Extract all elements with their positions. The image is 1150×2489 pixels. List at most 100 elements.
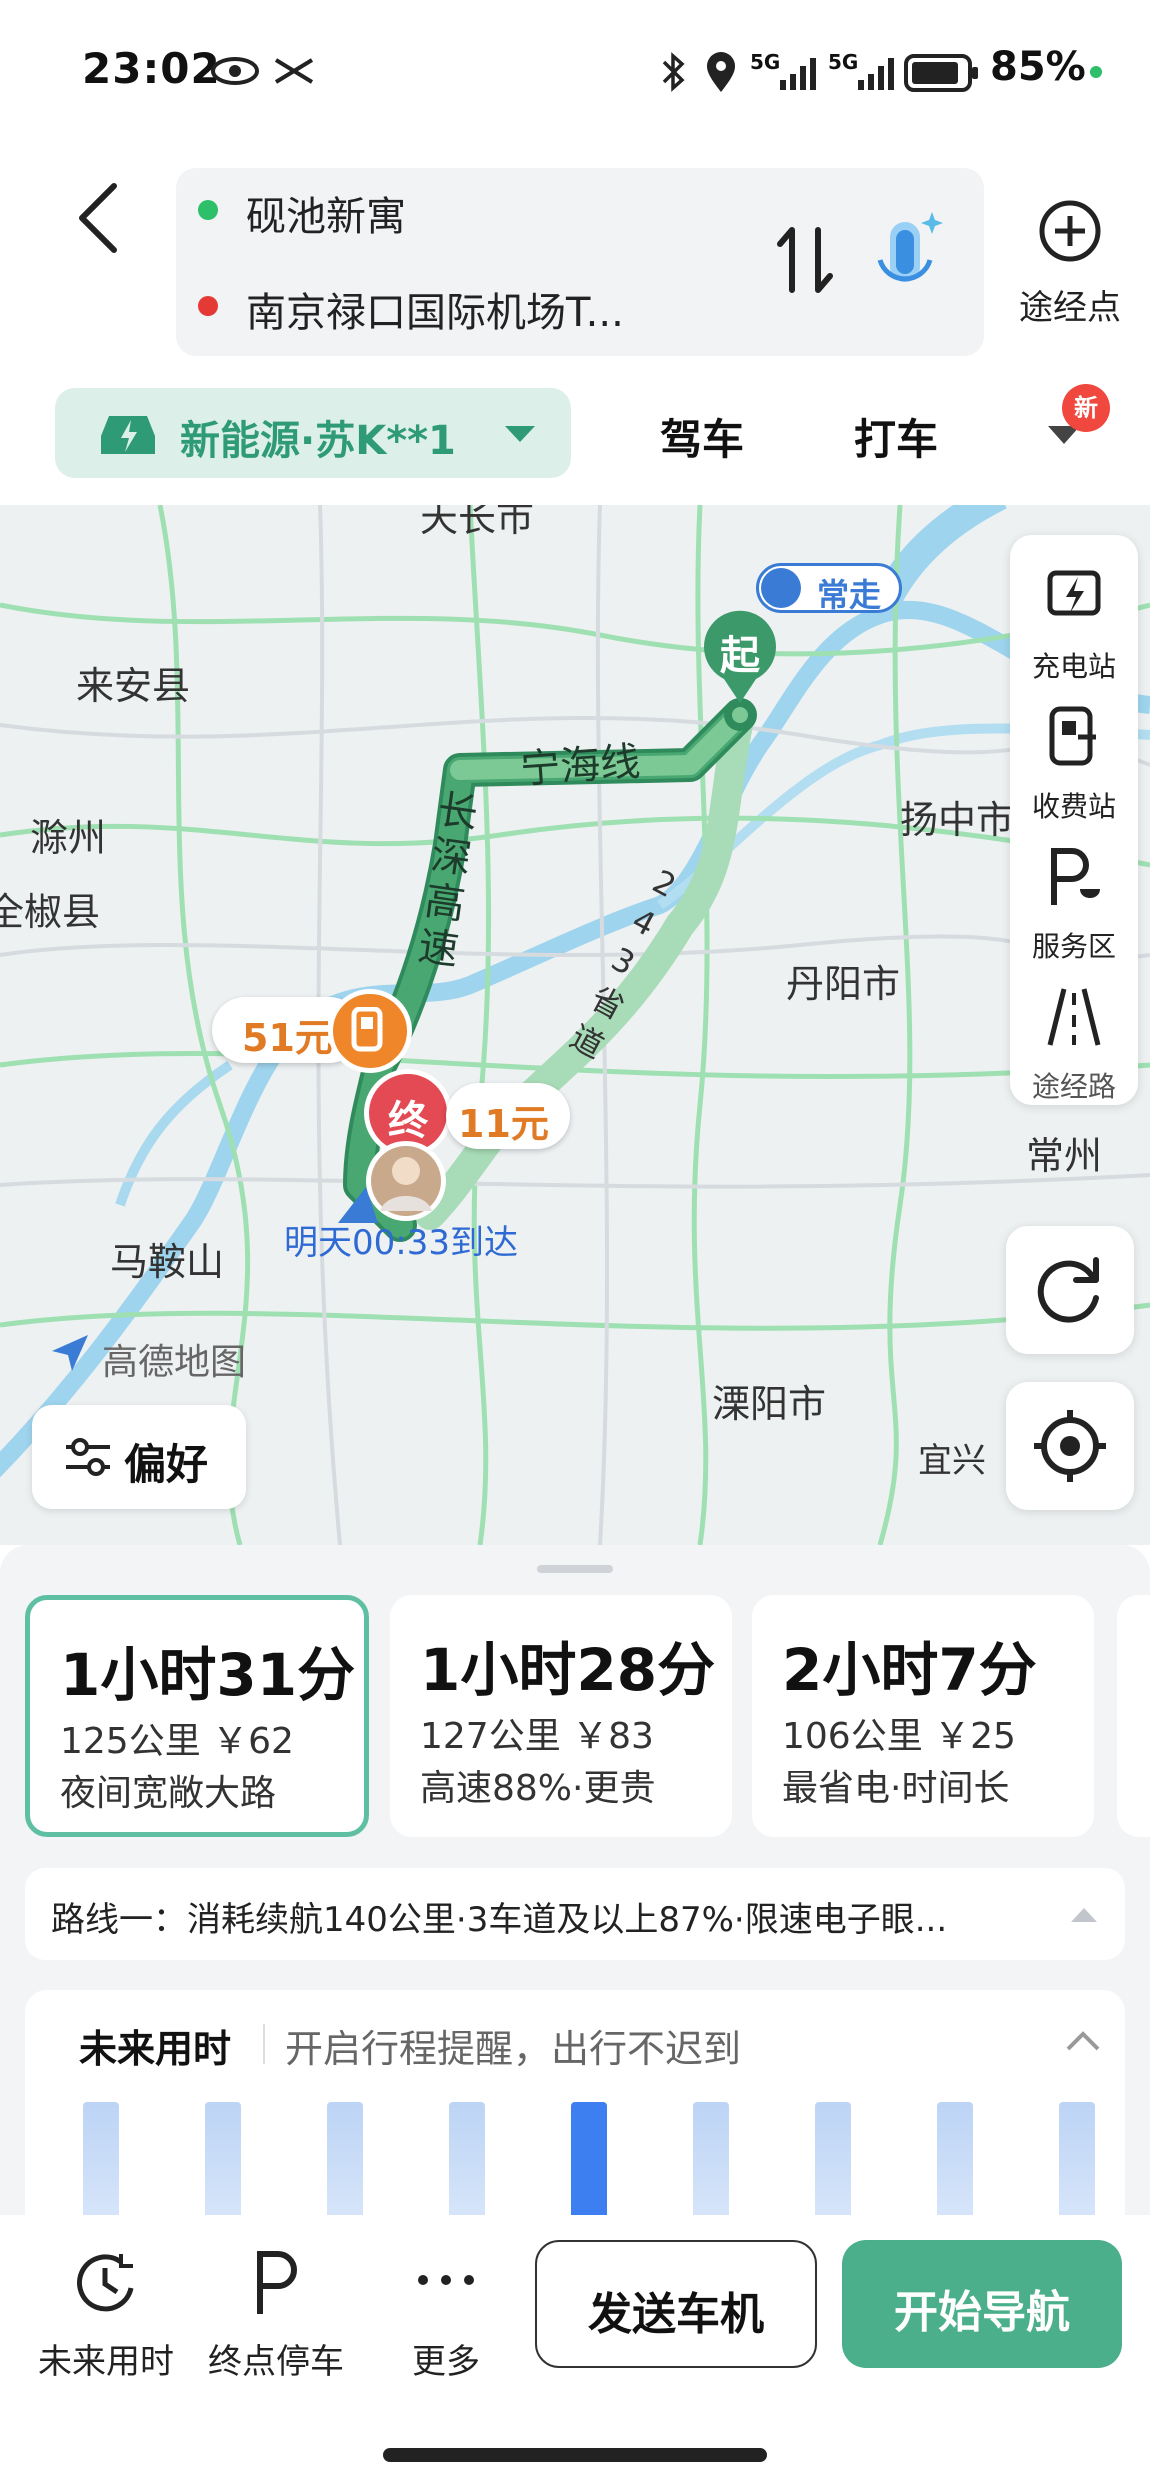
map-view[interactable]: 天长市 来安县 滁州 全椒县 丹阳市 扬中市 常州 马鞍山 溧阳市 宜兴 宁海线… <box>0 505 1150 1545</box>
locate-button[interactable] <box>1006 1382 1134 1510</box>
map-label-quanjiao: 全椒县 <box>0 890 101 934</box>
start-navigation-label: 开始导航 <box>894 2287 1070 2338</box>
send-to-car-button[interactable]: 发送车机 <box>535 2240 817 2368</box>
route-description-text: 路线一：消耗续航140公里·3车道及以上87%·限速电子眼... <box>51 1900 948 1940</box>
eye-icon <box>210 56 260 86</box>
map-label-liyang: 溧阳市 <box>712 1382 827 1426</box>
end-dot <box>198 296 218 316</box>
tool-charging-station[interactable]: 充电站 <box>1010 565 1138 685</box>
service-area-icon <box>1051 848 1100 905</box>
waypoint-button[interactable]: 途经点 <box>1004 196 1136 328</box>
app: 23:02 5G 5G 85% 砚池新寓 南京禄口国际机场T... 途经点 新能… <box>0 0 1150 2489</box>
map-label-maanshan: 马鞍山 <box>110 1240 225 1284</box>
caret-up-icon <box>1071 1908 1097 1922</box>
back-button[interactable] <box>70 178 130 258</box>
parking-icon <box>257 2251 297 2314</box>
route-option-1[interactable]: 1小时31分 125公里 ￥62 夜间宽敞大路 <box>25 1595 369 1837</box>
new-badge: 新 <box>1062 384 1110 432</box>
future-time-label: 未来用时 <box>38 2342 174 2382</box>
preference-label: 偏好 <box>124 1440 209 1489</box>
route-option-4-partial[interactable] <box>1117 1595 1150 1837</box>
clock-icon <box>77 2254 134 2312</box>
signal-icon-1: 5G <box>750 50 820 94</box>
map-label-tianchang: 天长市 <box>420 505 535 540</box>
map-label-chuzhou: 滁州 <box>30 816 107 860</box>
battery-percent: 85% <box>990 44 1086 90</box>
voice-button[interactable] <box>866 208 946 318</box>
route-time: 1小时28分 <box>420 1636 716 1704</box>
tool-route-roads[interactable]: 途经路 <box>1010 985 1138 1105</box>
map-label-laian: 来安县 <box>76 664 191 708</box>
location-icon <box>704 50 738 94</box>
vehicle-selector[interactable]: 新能源·苏K**1 <box>55 388 571 478</box>
route-description[interactable]: 路线一：消耗续航140公里·3车道及以上87%·限速电子眼... <box>25 1868 1125 1960</box>
destination-location[interactable]: 南京禄口国际机场T... <box>246 280 624 338</box>
caret-down-icon <box>505 426 535 442</box>
highway-sign: 常走 <box>756 563 902 614</box>
swap-button[interactable] <box>770 220 840 300</box>
start-navigation-button[interactable]: 开始导航 <box>842 2240 1122 2368</box>
toll-marker-11[interactable]: 11元 <box>446 1083 570 1149</box>
status-bar: 23:02 5G 5G 85% <box>0 0 1150 140</box>
tool-toll-station[interactable]: 收费站 <box>1010 705 1138 825</box>
tool-label-roads: 途经路 <box>1031 1070 1116 1103</box>
preference-button[interactable]: 偏好 <box>32 1405 246 1509</box>
chevron-up-icon <box>1066 2031 1100 2051</box>
destination-parking-label: 终点停车 <box>208 2342 344 2382</box>
route-note: 高速88%·更贵 <box>420 1768 656 1809</box>
add-circle-icon <box>1039 200 1101 262</box>
lightning-icon <box>1047 570 1101 616</box>
sheet-handle[interactable] <box>537 1565 613 1573</box>
waypoint-label: 途经点 <box>1019 288 1121 328</box>
ev-car-icon <box>101 416 155 454</box>
route-detail: 106公里 ￥25 <box>782 1716 1016 1757</box>
dot-indicator <box>1090 66 1102 78</box>
route-note: 夜间宽敞大路 <box>60 1773 277 1814</box>
refresh-icon <box>1037 1257 1099 1323</box>
microphone-icon <box>877 212 943 282</box>
more-dots-icon <box>418 2275 474 2285</box>
tab-taxi[interactable]: 打车 <box>854 406 938 467</box>
bluetooth-icon <box>660 50 688 94</box>
send-to-car-label: 发送车机 <box>588 2289 764 2340</box>
amap-brand-text: 高德地图 <box>102 1342 247 1383</box>
tool-label-toll: 收费站 <box>1031 790 1116 823</box>
sliders-icon <box>66 1438 110 1476</box>
start-location[interactable]: 砚池新寓 <box>246 184 406 242</box>
refresh-button[interactable] <box>1006 1226 1134 1354</box>
chevron-left-icon <box>79 183 117 253</box>
route-input-box: 砚池新寓 南京禄口国际机场T... <box>176 168 984 356</box>
map-label-changzhou: 常州 <box>1026 1134 1103 1178</box>
toll-booth-icon <box>351 1007 383 1052</box>
start-dot <box>198 200 218 220</box>
start-marker-label: 起 <box>720 633 760 679</box>
swap-icon <box>777 227 833 293</box>
toll-amount-11: 11元 <box>458 1102 549 1146</box>
route-detail: 127公里 ￥83 <box>420 1716 654 1757</box>
navigation-arrow-icon <box>52 1335 88 1371</box>
route-detail: 125公里 ￥62 <box>60 1721 294 1762</box>
toll-marker-51[interactable]: 51元 <box>212 989 412 1073</box>
map-tools-panel: 充电站 收费站 服务区 途经路 <box>1010 535 1138 1105</box>
tool-service-area[interactable]: 服务区 <box>1010 845 1138 965</box>
divider <box>263 2024 265 2064</box>
vehicle-label: 新能源·苏K**1 <box>180 418 456 464</box>
scissors-icon <box>272 56 316 86</box>
highway-sign-label: 常走 <box>817 576 882 614</box>
exit-icon <box>761 568 801 608</box>
status-time: 23:02 <box>82 44 221 93</box>
more-label: 更多 <box>412 2342 480 2382</box>
map-label-danyang: 丹阳市 <box>786 962 901 1006</box>
arrival-time: 明天00:33到达 <box>284 1223 518 1263</box>
home-indicator <box>383 2448 767 2462</box>
route-option-2[interactable]: 1小时28分 127公里 ￥83 高速88%·更贵 <box>390 1595 732 1837</box>
future-time-hint: 开启行程提醒，出行不迟到 <box>285 2027 742 2071</box>
tool-label-service: 服务区 <box>1031 930 1116 963</box>
route-option-3[interactable]: 2小时7分 106公里 ￥25 最省电·时间长 <box>752 1595 1094 1837</box>
route-time: 2小时7分 <box>782 1636 1037 1704</box>
future-time-title: 未来用时 <box>79 2027 232 2071</box>
signal-icon-2: 5G <box>828 50 898 94</box>
route-label-ninghai: 宁海线 <box>518 738 642 794</box>
tab-drive[interactable]: 驾车 <box>660 406 744 467</box>
road-icon <box>1047 988 1101 1046</box>
